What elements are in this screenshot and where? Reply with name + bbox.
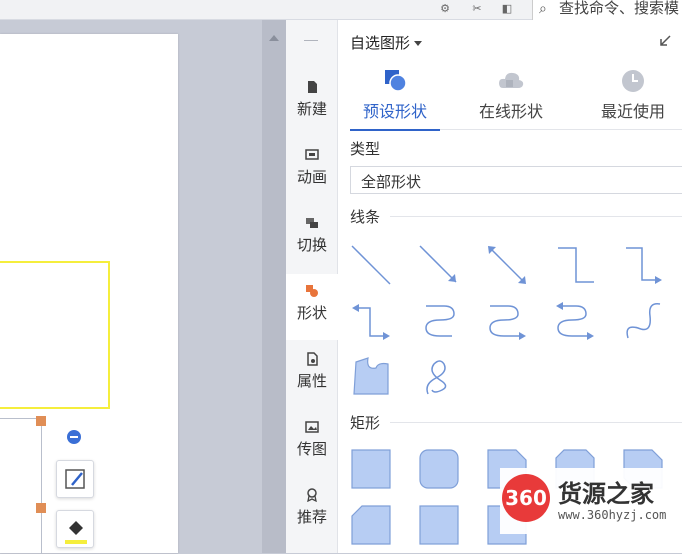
upload-image-icon (305, 421, 319, 433)
nav-label: 新建 (296, 100, 327, 118)
scroll-up-arrow[interactable] (269, 35, 279, 41)
collapse-button[interactable] (67, 430, 81, 444)
nav-item-transition[interactable]: 切换 (286, 206, 338, 272)
slide-canvas[interactable] (0, 20, 262, 554)
tab-online-shapes[interactable]: 在线形状 (466, 64, 556, 130)
edit-shape-button[interactable] (56, 460, 94, 498)
top-toolbar: ⚙ ✂ ◧ ⌕ 查找命令、搜索模 (0, 0, 682, 20)
section-rectangles-title: 矩形 (350, 414, 381, 432)
preset-shapes-icon (385, 70, 407, 92)
watermark-name: 货源之家 (558, 480, 654, 508)
panel-title-text: 自选图形 (350, 34, 411, 52)
tab-recent[interactable]: 最近使用 (588, 64, 678, 130)
shape-curved-connector[interactable] (416, 298, 462, 344)
shape-curved-double-arrow[interactable] (552, 298, 598, 344)
nav-item-upload-image[interactable]: 传图 (286, 410, 338, 476)
pencil-icon (65, 469, 85, 489)
section-divider (390, 216, 682, 217)
paint-bucket-icon (65, 521, 87, 544)
transition-icon (306, 218, 318, 228)
section-divider (390, 422, 682, 423)
recommend-icon (307, 488, 317, 502)
watermark: 360 货源之家 www.360hyzj.com (500, 468, 682, 534)
selected-textbox[interactable] (0, 261, 110, 409)
vertical-scrollbar[interactable] (262, 20, 286, 553)
shape-elbow-double-arrow[interactable] (348, 298, 394, 344)
nav-item-shapes[interactable]: 形状 (286, 274, 338, 340)
command-search[interactable]: ⌕ 查找命令、搜索模 (532, 0, 682, 20)
search-input[interactable]: 查找命令、搜索模 (559, 0, 679, 18)
tab-preset-shapes[interactable]: 预设形状 (350, 64, 440, 131)
collapse-panel-icon[interactable] (658, 34, 672, 48)
nav-divider (304, 40, 318, 41)
nav-label: 推荐 (296, 508, 327, 526)
side-navigation: 新建 动画 切换 形状 属性 传图 推荐 (286, 20, 338, 553)
shape-plaque-rectangle[interactable] (416, 502, 462, 548)
nav-item-recommend[interactable]: 推荐 (286, 478, 338, 544)
selection-guide (0, 418, 38, 419)
nav-label: 属性 (296, 372, 327, 390)
fill-color-button[interactable] (56, 510, 94, 548)
nav-item-new[interactable]: 新建 (286, 70, 338, 136)
settings-icon[interactable]: ⚙ (438, 2, 452, 16)
watermark-logo: 360 (502, 474, 550, 522)
search-icon: ⌕ (539, 1, 547, 17)
shape-rectangle[interactable] (348, 446, 394, 492)
nav-label: 切换 (296, 236, 327, 254)
shape-line[interactable] (348, 242, 394, 288)
nav-label: 动画 (296, 168, 327, 186)
tab-label: 预设形状 (362, 102, 427, 121)
shape-tabs: 预设形状 在线形状 最近使用 (350, 64, 682, 131)
shape-curve[interactable] (620, 298, 666, 344)
section-lines-title: 线条 (350, 208, 381, 226)
new-file-icon (308, 81, 317, 93)
properties-icon (307, 352, 318, 366)
type-label: 类型 (350, 140, 381, 158)
share-icon[interactable]: ◧ (500, 2, 514, 16)
shape-arrow[interactable] (416, 242, 462, 288)
nav-item-properties[interactable]: 属性 (286, 342, 338, 408)
shapes-icon (306, 285, 318, 297)
shape-elbow-arrow[interactable] (620, 242, 666, 288)
shape-scribble[interactable] (416, 354, 462, 400)
shape-snip-round-rectangle[interactable] (348, 502, 394, 548)
shape-curved-arrow[interactable] (484, 298, 530, 344)
nav-label: 形状 (296, 304, 327, 322)
shape-freeform[interactable] (348, 354, 394, 400)
nav-label: 传图 (296, 440, 327, 458)
watermark-url: www.360hyzj.com (558, 508, 667, 522)
tab-label: 最近使用 (600, 102, 665, 121)
chevron-down-icon (414, 41, 423, 46)
panel-title[interactable]: 自选图形 (350, 32, 423, 53)
type-select-value: 全部形状 (361, 173, 422, 191)
tools-icon[interactable]: ✂ (470, 2, 484, 16)
selection-guide (41, 424, 42, 554)
shape-elbow-connector[interactable] (552, 242, 598, 288)
resize-handle[interactable] (36, 416, 46, 426)
type-select[interactable]: 全部形状 (350, 166, 682, 194)
tab-label: 在线形状 (478, 102, 543, 121)
cloud-shapes-icon (499, 72, 524, 88)
resize-handle[interactable] (36, 503, 46, 513)
nav-item-animation[interactable]: 动画 (286, 138, 338, 204)
shape-double-arrow[interactable] (484, 242, 530, 288)
shape-rounded-rectangle[interactable] (416, 446, 462, 492)
animation-icon (305, 149, 319, 160)
clock-icon (622, 70, 644, 92)
